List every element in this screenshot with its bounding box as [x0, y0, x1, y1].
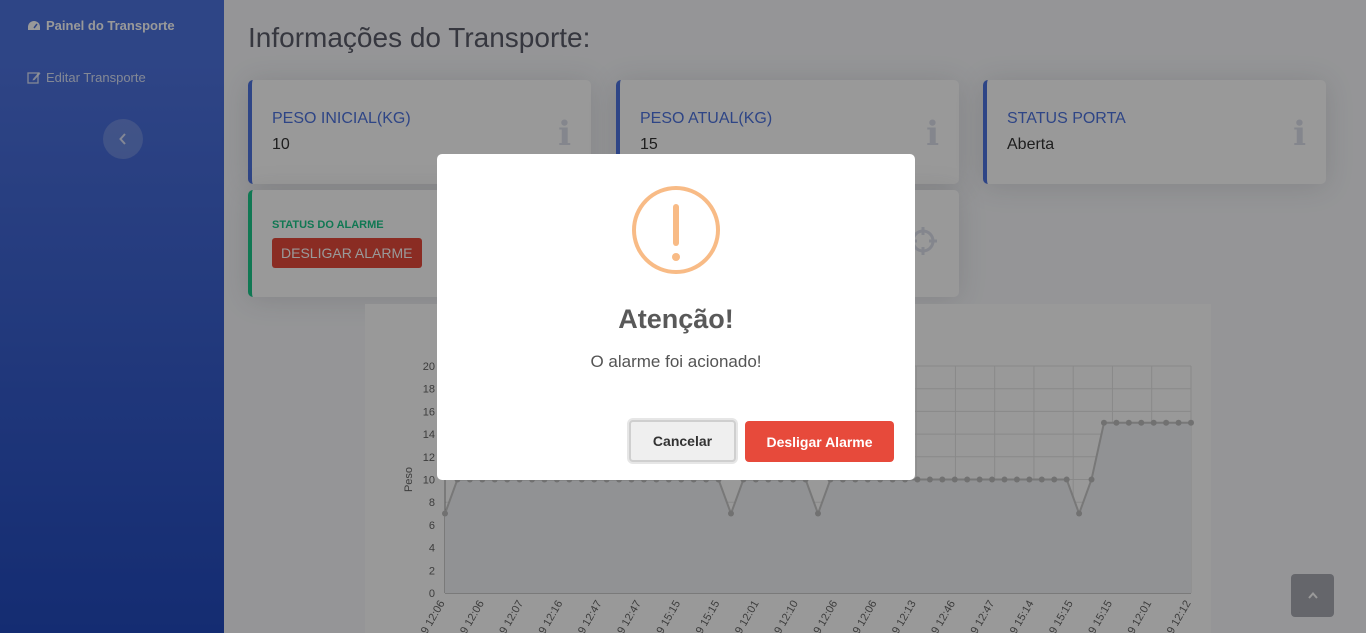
warning-icon [632, 186, 720, 274]
dialog-title: Atenção! [618, 304, 734, 334]
alert-dialog: Atenção! O alarme foi acionado! Cancelar… [437, 154, 915, 480]
cancel-button[interactable]: Cancelar [629, 420, 736, 462]
desligar-alarme-confirm-button[interactable]: Desligar Alarme [745, 421, 894, 462]
modal-backdrop[interactable]: Atenção! O alarme foi acionado! Cancelar… [0, 0, 1366, 633]
dialog-message: O alarme foi acionado! [590, 352, 762, 371]
